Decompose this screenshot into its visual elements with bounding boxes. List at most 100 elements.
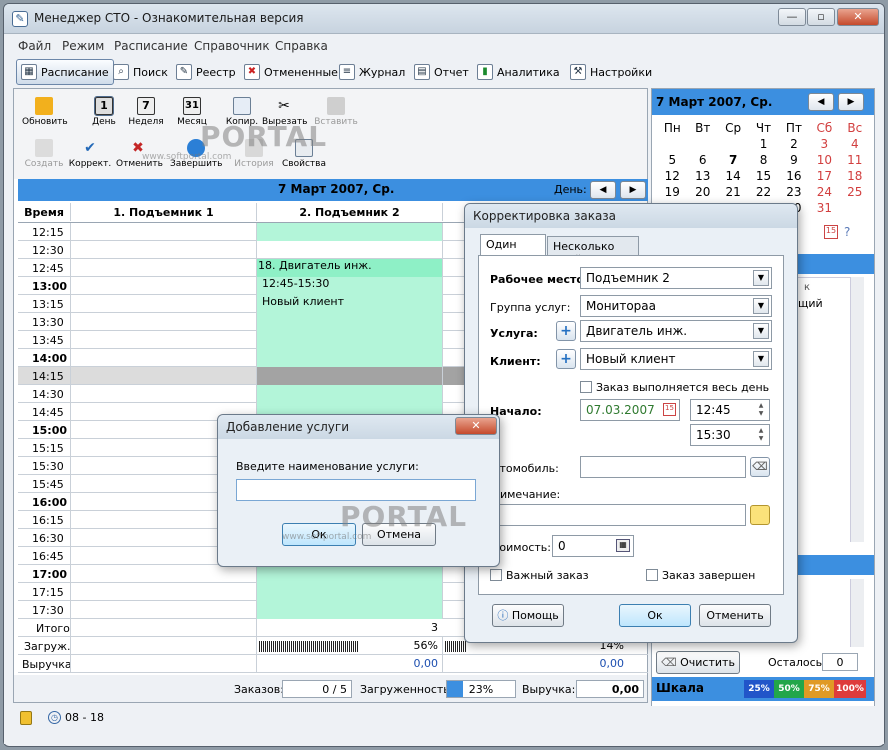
slot-lift1[interactable] <box>70 223 256 241</box>
prev-day-button[interactable]: ◀ <box>590 181 616 199</box>
help-question-icon[interactable]: ? <box>844 225 850 239</box>
add-service-button[interactable]: + <box>556 321 576 341</box>
ok-button[interactable]: Ок <box>619 604 691 627</box>
create-button[interactable]: Создать <box>22 139 66 169</box>
calendar-day[interactable]: 25 <box>841 185 869 199</box>
toolbar-cancelled-button[interactable]: ✖ Отмененные <box>240 59 342 85</box>
help-button[interactable]: ⓘ Помощь <box>492 604 564 627</box>
toolbar-registry-button[interactable]: ✎ Реестр <box>172 59 240 85</box>
slot-lift2[interactable] <box>256 565 442 583</box>
calendar-day[interactable]: 24 <box>810 185 838 199</box>
spinner-icon[interactable]: ▲ ▼ <box>755 427 767 443</box>
calendar-day[interactable] <box>658 137 687 151</box>
calendar-day[interactable] <box>689 137 717 151</box>
slot-lift2[interactable] <box>256 601 442 619</box>
important-checkbox[interactable] <box>490 569 502 581</box>
slot-lift1[interactable] <box>70 601 256 619</box>
toolbar-schedule-button[interactable]: ▦ Расписание <box>16 59 114 85</box>
tab-one-day[interactable]: Один день <box>480 234 546 264</box>
clear-button[interactable]: ⌫ Очистить <box>656 651 740 674</box>
calendar-day[interactable]: 20 <box>689 185 717 199</box>
calendar-small-icon[interactable]: 15 <box>824 225 838 239</box>
menu-mode[interactable]: Режим <box>62 39 104 53</box>
slot-lift2[interactable] <box>256 313 442 331</box>
slot-lift1[interactable] <box>70 241 256 259</box>
slot-lift1[interactable] <box>70 259 256 277</box>
calendar-day[interactable]: 9 <box>780 153 808 167</box>
tab-several-days[interactable]: Несколько дней <box>547 236 639 266</box>
cancel-button[interactable]: Отменить <box>699 604 771 627</box>
col-header-lift2[interactable]: 2. Подъемник 2 <box>256 203 442 221</box>
allday-checkbox[interactable] <box>580 381 592 393</box>
calendar-day[interactable]: 6 <box>689 153 717 167</box>
menu-reference[interactable]: Справочник <box>194 39 270 53</box>
slot-lift2[interactable] <box>256 385 442 403</box>
car-input[interactable] <box>580 456 746 478</box>
calendar-day[interactable]: 21 <box>719 185 747 199</box>
eraser-icon[interactable]: ⌫ <box>750 457 770 477</box>
right-scrollbar-2[interactable] <box>850 579 864 647</box>
slot-lift1[interactable] <box>70 385 256 403</box>
close-button[interactable]: ✕ <box>837 8 879 26</box>
note-icon[interactable] <box>750 505 770 525</box>
calendar-day[interactable]: 3 <box>810 137 838 151</box>
calculator-icon[interactable]: ▦ <box>616 539 630 552</box>
toolbar-report-button[interactable]: ▤ Отчет <box>410 59 473 85</box>
toolbar-analytics-button[interactable]: ▮ Аналитика <box>473 59 564 85</box>
calendar-day[interactable]: 12 <box>658 169 687 183</box>
service-name-input[interactable] <box>236 479 476 501</box>
calendar-day[interactable]: 1 <box>749 137 777 151</box>
maximize-button[interactable]: ▫ <box>807 8 835 26</box>
cost-input[interactable]: 0 ▦ <box>552 535 634 557</box>
refresh-button[interactable]: Обновить <box>22 97 68 127</box>
start-time-input[interactable]: 12:45 ▲ ▼ <box>690 399 770 421</box>
note-input[interactable] <box>493 504 746 526</box>
calendar-day[interactable]: 10 <box>810 153 838 167</box>
slot-lift1[interactable] <box>70 277 256 295</box>
calendar-day[interactable]: 19 <box>658 185 687 199</box>
slot-lift1[interactable] <box>70 331 256 349</box>
calendar-day[interactable]: 11 <box>841 153 869 167</box>
calendar-day[interactable]: 16 <box>780 169 808 183</box>
start-date-input[interactable]: 07.03.2007 15 <box>580 399 680 421</box>
slot-lift1[interactable] <box>70 295 256 313</box>
calendar-day[interactable]: 23 <box>780 185 808 199</box>
slot-lift2[interactable] <box>256 331 442 349</box>
day-view-button[interactable]: 1 День <box>82 96 126 127</box>
calendar-day[interactable] <box>719 137 747 151</box>
workplace-select[interactable]: Подъемник 2 ▼ <box>580 267 772 289</box>
calendar-day[interactable]: 18 <box>841 169 869 183</box>
cal-prev-button[interactable]: ◀ <box>808 93 834 111</box>
slot-lift2[interactable] <box>256 367 442 385</box>
slot-lift1[interactable] <box>70 565 256 583</box>
slot-lift1[interactable] <box>70 367 256 385</box>
calendar-day[interactable]: 13 <box>689 169 717 183</box>
slot-lift2[interactable] <box>256 583 442 601</box>
right-scrollbar[interactable] <box>850 277 864 542</box>
menu-help[interactable]: Справка <box>275 39 328 53</box>
add-client-button[interactable]: + <box>556 349 576 369</box>
calendar-day[interactable]: 31 <box>810 201 838 215</box>
calendar-day[interactable]: 8 <box>749 153 777 167</box>
spinner-icon[interactable]: ▲ ▼ <box>755 402 767 418</box>
toolbar-journal-button[interactable]: ≡ Журнал <box>335 59 409 85</box>
calendar-icon[interactable]: 15 <box>663 403 676 416</box>
calendar-day[interactable]: 7 <box>719 153 747 167</box>
slot-lift1[interactable] <box>70 349 256 367</box>
calendar-day[interactable]: 5 <box>658 153 687 167</box>
next-day-button[interactable]: ▶ <box>620 181 646 199</box>
toolbar-settings-button[interactable]: ⚒ Настройки <box>566 59 656 85</box>
slot-lift2[interactable] <box>256 223 442 241</box>
menu-schedule[interactable]: Расписание <box>114 39 188 53</box>
calendar-day[interactable]: 22 <box>749 185 777 199</box>
client-select[interactable]: Новый клиент ▼ <box>580 348 772 370</box>
slot-lift2[interactable] <box>256 349 442 367</box>
service-select[interactable]: Двигатель инж. ▼ <box>580 320 772 342</box>
slot-lift1[interactable] <box>70 313 256 331</box>
calendar-day[interactable]: 15 <box>749 169 777 183</box>
group-select[interactable]: Монитораа ▼ <box>580 295 772 317</box>
slot-lift1[interactable] <box>70 583 256 601</box>
calendar-day[interactable]: 14 <box>719 169 747 183</box>
calendar-day[interactable]: 2 <box>780 137 808 151</box>
calendar-day[interactable] <box>841 201 869 215</box>
